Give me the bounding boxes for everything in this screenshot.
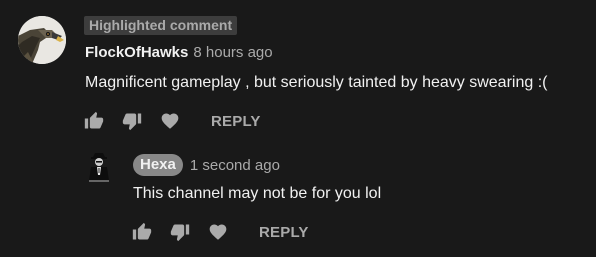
reply-reply-button[interactable]: REPLY: [259, 224, 309, 241]
highlighted-comment-badge: Highlighted comment: [84, 16, 238, 35]
dislike-button[interactable]: [120, 109, 144, 133]
reply-heart-button[interactable]: [206, 220, 230, 244]
comment-author-name[interactable]: FlockOfHawks: [85, 44, 188, 61]
reply-dislike-button[interactable]: [168, 220, 192, 244]
heart-icon: [209, 224, 227, 240]
suited-figure-avatar-icon: [87, 151, 111, 183]
reply-author-avatar[interactable]: [87, 151, 111, 183]
heart-icon: [161, 113, 179, 129]
reply-button[interactable]: REPLY: [211, 113, 261, 130]
thumbs-down-icon: [170, 224, 190, 242]
comment-action-bar: REPLY: [82, 109, 261, 133]
reply-like-button[interactable]: [130, 220, 154, 244]
hawk-avatar-icon: [18, 16, 66, 64]
comment-text: Magnificent gameplay , but seriously tai…: [85, 74, 548, 91]
thumbs-up-icon: [132, 222, 152, 240]
heart-button[interactable]: [158, 109, 182, 133]
reply-header: Hexa 1 second ago: [133, 153, 280, 177]
reply-timestamp[interactable]: 1 second ago: [190, 157, 280, 174]
reply-action-bar: REPLY: [130, 220, 309, 244]
comment-header: FlockOfHawks 8 hours ago: [85, 44, 273, 66]
thumbs-down-icon: [122, 113, 142, 131]
comment-timestamp[interactable]: 8 hours ago: [193, 44, 272, 61]
thumbs-up-icon: [84, 111, 104, 129]
reply-author-chip[interactable]: Hexa: [133, 154, 183, 176]
reply-text: This channel may not be for you lol: [133, 185, 382, 202]
comment-author-avatar[interactable]: [18, 16, 66, 64]
like-button[interactable]: [82, 109, 106, 133]
